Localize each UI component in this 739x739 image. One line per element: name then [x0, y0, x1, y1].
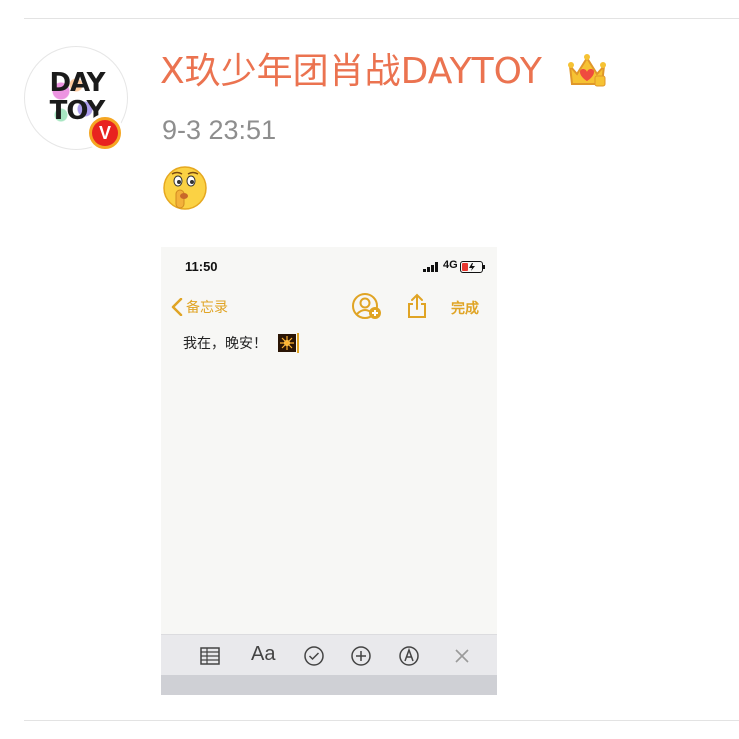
top-divider: [24, 18, 739, 19]
verified-badge-label: V: [92, 120, 118, 146]
back-label: 备忘录: [186, 299, 228, 315]
close-icon[interactable]: [451, 645, 473, 667]
chevron-left-icon: [171, 298, 183, 316]
avatar-logo-line1: DAY: [49, 68, 105, 98]
add-people-icon[interactable]: [351, 293, 383, 321]
note-toolbar: Aa: [161, 634, 497, 676]
table-icon[interactable]: [199, 645, 221, 667]
keyboard-area: [161, 675, 497, 695]
crown-icon[interactable]: [566, 52, 608, 90]
note-screenshot[interactable]: 11:50 4G 备忘录 完成 我在，晚安！ Aa: [161, 247, 497, 695]
note-body[interactable]: 我在，晚安！: [183, 333, 267, 353]
shushing-face-emoji-icon: [163, 166, 207, 210]
post-timestamp[interactable]: 9-3 23:51: [162, 114, 276, 146]
text-cursor: [297, 333, 299, 353]
share-icon[interactable]: [407, 293, 427, 319]
status-time: 11:50: [185, 259, 218, 274]
done-button[interactable]: 完成: [451, 298, 479, 318]
back-button[interactable]: 备忘录: [171, 296, 228, 318]
markup-pen-icon[interactable]: [398, 645, 420, 667]
format-button[interactable]: Aa: [251, 643, 275, 666]
network-label: 4G: [443, 259, 458, 271]
add-icon[interactable]: [350, 645, 372, 667]
username[interactable]: X玖少年团肖战DAYTOY: [160, 50, 542, 94]
checklist-icon[interactable]: [303, 645, 325, 667]
battery-charging-icon: [460, 261, 485, 273]
bottom-divider: [24, 720, 739, 721]
verified-badge: V: [86, 114, 124, 152]
signal-icon: [423, 262, 438, 272]
fireworks-icon: [278, 334, 296, 352]
